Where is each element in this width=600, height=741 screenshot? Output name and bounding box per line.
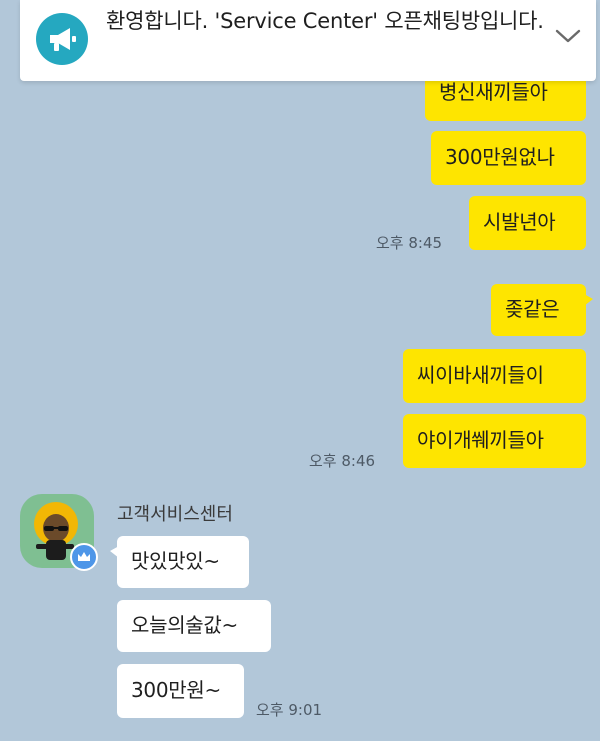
timestamp: 오후 9:01 (256, 701, 323, 719)
timestamp: 오후 8:45 (376, 234, 443, 252)
notice-banner[interactable]: 환영합니다. 'Service Center' 오픈채팅방입니다. (20, 0, 596, 81)
chevron-down-icon[interactable] (554, 26, 582, 46)
timestamp: 오후 8:46 (309, 452, 376, 470)
their-message[interactable]: 300만원~ (117, 664, 244, 718)
my-message[interactable]: 300만원없나 (431, 131, 586, 185)
their-message[interactable]: 오늘의술값~ (117, 600, 271, 652)
my-message[interactable]: 야이개쒜끼들아 (403, 414, 586, 468)
my-message[interactable]: 씨이바새끼들이 (403, 349, 586, 403)
megaphone-icon (36, 13, 88, 65)
my-message[interactable]: 시발년아 (469, 196, 586, 250)
notice-text: 환영합니다. 'Service Center' 오픈채팅방입니다. (106, 9, 544, 33)
their-message[interactable]: 맛있맛있~ (110, 536, 249, 588)
crown-badge-icon (70, 543, 98, 571)
sender-name: 고객서비스센터 (117, 504, 233, 525)
my-message[interactable]: 좆같은 (491, 284, 593, 336)
